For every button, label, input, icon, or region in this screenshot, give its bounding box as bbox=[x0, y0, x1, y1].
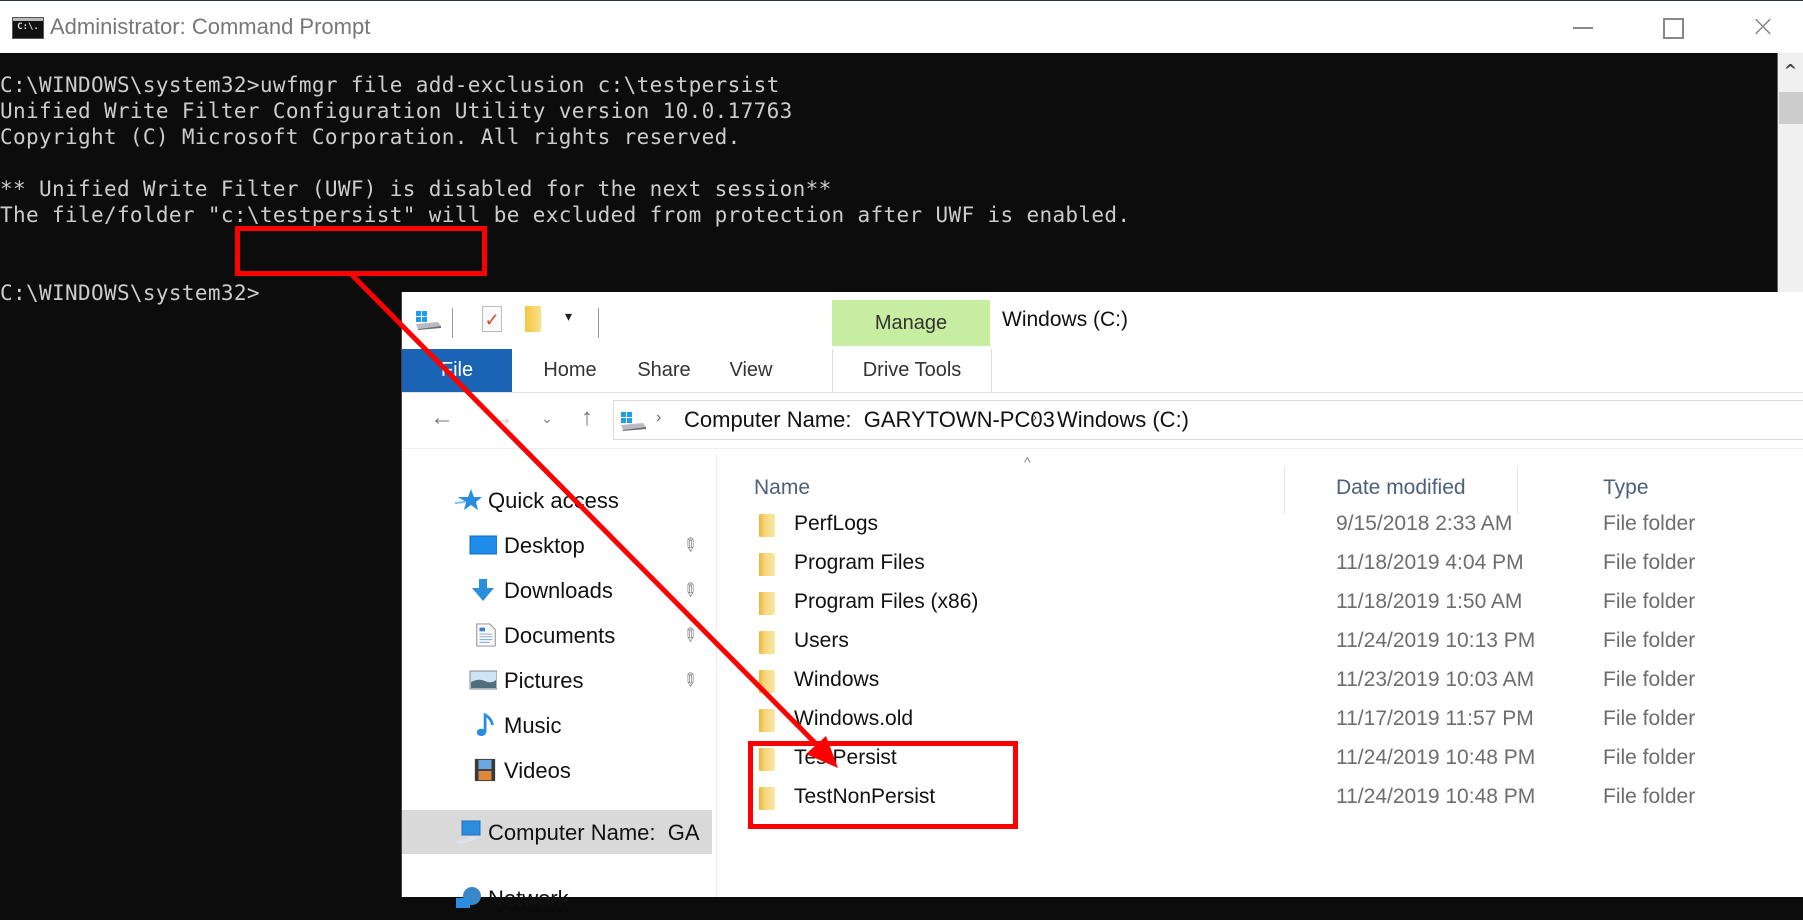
customize-toolbar-dropdown[interactable]: ▾ bbox=[565, 308, 572, 325]
minimize-icon bbox=[1573, 27, 1593, 29]
file-type: File folder bbox=[1603, 590, 1696, 613]
sidebar-item-label: Computer Name: GA bbox=[488, 820, 700, 845]
navigation-bar: ← → ⌄ ↑ › Computer Name: GARYTOWN-PC03 ›… bbox=[402, 392, 1803, 449]
up-button[interactable]: ↑ bbox=[572, 404, 602, 432]
sort-ascending-icon: ^ bbox=[1024, 454, 1031, 470]
recent-locations-button[interactable]: ⌄ bbox=[532, 410, 562, 427]
back-button[interactable]: ← bbox=[427, 404, 457, 432]
folder-icon bbox=[759, 787, 775, 810]
properties-button[interactable]: ✓ bbox=[482, 306, 502, 332]
file-name: PerfLogs bbox=[794, 512, 879, 535]
breadcrumb-drive[interactable]: Windows (C:) bbox=[1057, 407, 1189, 433]
maximize-icon bbox=[1662, 17, 1684, 39]
new-folder-button[interactable] bbox=[525, 306, 541, 332]
folder-icon bbox=[759, 553, 775, 576]
cmd-line-exclusion-result: The file/folder "c:\testpersist" will be… bbox=[0, 203, 1131, 227]
scrollbar-thumb[interactable] bbox=[1779, 92, 1803, 124]
file-explorer-window: ✓ ▾ Manage Windows (C:) File Home Share … bbox=[401, 292, 1803, 911]
file-name: TestPersist bbox=[794, 746, 897, 769]
file-name: Windows.old bbox=[794, 707, 914, 730]
column-headers: ^ Name Date modified Type bbox=[402, 448, 1803, 514]
network-icon bbox=[456, 887, 481, 908]
file-row-users[interactable]: Users 11/24/2019 10:13 PM File folder bbox=[402, 623, 1803, 662]
cmd-window-title: Administrator: Command Prompt bbox=[50, 14, 371, 39]
breadcrumb-chevron-icon[interactable]: › bbox=[1032, 409, 1037, 427]
file-date-modified: 11/24/2019 10:48 PM bbox=[1336, 746, 1536, 769]
breadcrumb-chevron-icon[interactable]: › bbox=[656, 409, 661, 427]
folder-icon bbox=[759, 514, 775, 537]
toolbar-separator bbox=[598, 308, 599, 338]
cmd-scrollbar[interactable]: ^ bbox=[1777, 53, 1803, 293]
scroll-up-arrow-icon[interactable]: ^ bbox=[1778, 61, 1803, 80]
file-type: File folder bbox=[1603, 512, 1696, 535]
file-date-modified: 11/24/2019 10:13 PM bbox=[1336, 629, 1536, 652]
file-date-modified: 9/15/2018 2:33 AM bbox=[1336, 512, 1513, 535]
cmd-app-icon: C:\. bbox=[12, 17, 44, 39]
manage-context-group: Manage bbox=[832, 300, 990, 346]
file-type: File folder bbox=[1603, 746, 1696, 769]
file-row-windows[interactable]: Windows 11/23/2019 10:03 AM File folder bbox=[402, 662, 1803, 701]
file-date-modified: 11/18/2019 4:04 PM bbox=[1336, 551, 1524, 574]
column-header-date-modified[interactable]: Date modified bbox=[1336, 476, 1466, 500]
toolbar-separator bbox=[452, 308, 453, 338]
tab-file[interactable]: File bbox=[402, 349, 512, 392]
close-button[interactable]: × bbox=[1733, 9, 1793, 45]
cmd-line-copyright: Copyright (C) Microsoft Corporation. All… bbox=[0, 125, 741, 149]
cmd-prompt[interactable]: C:\WINDOWS\system32> bbox=[0, 281, 260, 305]
drive-icon bbox=[621, 412, 646, 431]
file-name: TestNonPersist bbox=[794, 785, 936, 808]
file-row-testpersist[interactable]: TestPersist 11/24/2019 10:48 PM File folde… bbox=[402, 740, 1803, 779]
file-name: Program Files (x86) bbox=[794, 590, 979, 613]
folder-icon bbox=[759, 748, 775, 771]
sidebar-item-network[interactable]: Network bbox=[402, 876, 712, 920]
file-type: File folder bbox=[1603, 551, 1696, 574]
drive-icon bbox=[416, 311, 441, 330]
folder-icon bbox=[759, 670, 775, 693]
close-icon: × bbox=[1750, 9, 1776, 44]
maximize-button[interactable] bbox=[1643, 9, 1703, 45]
file-row-testnonpersist[interactable]: TestNonPersist 11/24/2019 10:48 PM File fo… bbox=[402, 779, 1803, 818]
column-header-type[interactable]: Type bbox=[1603, 476, 1649, 500]
cmd-line-uwf-status: ** Unified Write Filter (UWF) is disable… bbox=[0, 177, 832, 201]
sidebar-item-label: Network bbox=[488, 886, 569, 911]
folder-icon bbox=[759, 709, 775, 732]
tab-drive-tools[interactable]: Drive Tools bbox=[832, 349, 992, 392]
tab-view[interactable]: View bbox=[720, 349, 782, 392]
file-row-program-files[interactable]: Program Files 11/18/2019 4:04 PM File fold… bbox=[402, 545, 1803, 584]
ribbon-tabs: File Home Share View Drive Tools bbox=[402, 349, 1803, 393]
file-row-windows-old[interactable]: Windows.old 11/17/2019 11:57 PM File folde… bbox=[402, 701, 1803, 740]
file-row-program-files-x86[interactable]: Program Files (x86) 11/18/2019 1:50 AM Fil… bbox=[402, 584, 1803, 623]
explorer-window-title: Windows (C:) bbox=[1002, 308, 1129, 331]
file-type: File folder bbox=[1603, 785, 1696, 808]
file-date-modified: 11/18/2019 1:50 AM bbox=[1336, 590, 1523, 613]
file-row-perflogs[interactable]: PerfLogs 9/15/2018 2:33 AM File folder bbox=[402, 506, 1803, 545]
file-type: File folder bbox=[1603, 707, 1696, 730]
folder-icon bbox=[759, 631, 775, 654]
computer-icon bbox=[455, 820, 481, 844]
cmd-titlebar[interactable]: C:\. Administrator: Command Prompt × bbox=[0, 0, 1803, 53]
tab-home[interactable]: Home bbox=[530, 349, 610, 392]
file-name: Program Files bbox=[794, 551, 925, 574]
address-bar[interactable]: › Computer Name: GARYTOWN-PC03 › Windows… bbox=[613, 400, 1803, 440]
file-date-modified: 11/17/2019 11:57 PM bbox=[1336, 707, 1534, 730]
quick-access-toolbar: ✓ ▾ bbox=[402, 292, 822, 352]
folder-icon bbox=[759, 592, 775, 615]
forward-button[interactable]: → bbox=[487, 404, 517, 432]
cmd-line-version: Unified Write Filter Configuration Utili… bbox=[0, 99, 793, 123]
column-header-name[interactable]: Name bbox=[754, 476, 810, 500]
file-name: Windows bbox=[794, 668, 880, 691]
breadcrumb-computer[interactable]: Computer Name: GARYTOWN-PC03 bbox=[684, 407, 1055, 433]
file-type: File folder bbox=[1603, 668, 1696, 691]
minimize-button[interactable] bbox=[1553, 9, 1613, 45]
file-type: File folder bbox=[1603, 629, 1696, 652]
tab-share[interactable]: Share bbox=[624, 349, 704, 392]
cmd-line-command: C:\WINDOWS\system32>uwfmgr file add-excl… bbox=[0, 73, 780, 97]
file-date-modified: 11/23/2019 10:03 AM bbox=[1336, 668, 1535, 691]
file-date-modified: 11/24/2019 10:48 PM bbox=[1336, 785, 1536, 808]
file-name: Users bbox=[794, 629, 849, 652]
